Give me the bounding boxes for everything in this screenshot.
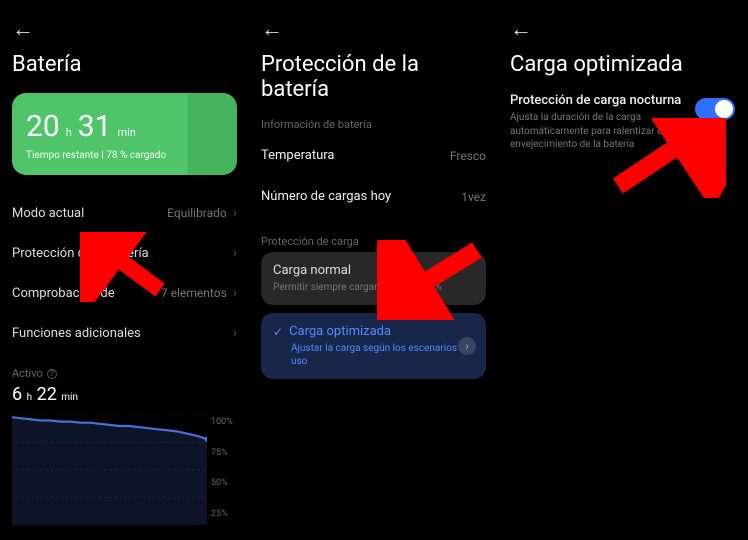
active-hours: 6 [12,384,22,405]
battery-subtitle: Tiempo restante | 78 % cargado [26,150,223,161]
y-75: 75% [211,448,237,458]
row-temperature: Temperatura Fresco [261,135,486,176]
battery-usage-chart: 100% 75% 50% 25% [12,415,237,525]
screen-battery-protection: ← Protección de la batería Información d… [249,0,498,540]
active-label: Activo [12,367,43,380]
toggle-knob [715,100,733,118]
back-arrow-icon[interactable]: ← [12,8,34,46]
active-mins: 22 [37,384,57,405]
row-battery-check[interactable]: Comprobación de 7 elementos › [12,273,237,313]
screen-battery: ← Batería 20 h 31 min Tiempo restante | … [0,0,249,540]
remaining-mins: 31 [78,109,112,144]
charges-value: 1vez [461,190,486,204]
mins-unit: min [117,126,135,139]
page-title: Carga optimizada [510,52,735,77]
option-charge-normal[interactable]: Carga normal Permitir siempre cargar has… [261,252,486,305]
screen-optimized-charging: ← Carga optimizada Protección de carga n… [498,0,747,540]
info-icon: ? [47,369,57,379]
chevron-right-icon: › [233,245,237,261]
temperature-label: Temperatura [261,148,334,163]
option-normal-sub: Permitir siempre cargar hasta el 100% [273,281,474,294]
row-charges-today: Número de cargas hoy 1vez [261,176,486,217]
page-title: Protección de la batería [261,52,486,102]
remaining-hours: 20 [26,109,60,144]
check-icon: ✓ [273,325,283,339]
night-protection-toggle[interactable] [695,98,735,120]
option-optimized-title: Carga optimizada [289,324,391,339]
chevron-right-icon: › [233,285,237,301]
info-section-label: Información de batería [261,118,486,131]
chevron-right-icon: › [233,325,237,341]
setting-desc: Ajusta la duración de la carga automátic… [510,111,680,152]
active-mins-unit: min [61,392,78,403]
chevron-right-icon: › [233,205,237,221]
hours-unit: h [66,126,72,139]
y-50: 50% [211,478,237,488]
check-label: Comprobación de [12,286,115,301]
remaining-time: 20 h 31 min [26,109,223,144]
mode-value: Equilibrado [167,206,227,220]
extras-label: Funciones adicionales [12,326,141,341]
page-title: Batería [12,52,237,77]
charges-label: Número de cargas hoy [261,189,391,204]
chevron-right-icon[interactable]: › [458,337,476,355]
check-value: 7 elementos [161,286,227,300]
y-25: 25% [211,509,237,519]
option-normal-title: Carga normal [273,263,474,278]
protect-section-label: Protección de carga [261,235,486,248]
chart-y-labels: 100% 75% 50% 25% [207,415,237,525]
option-charge-optimized[interactable]: ✓ Carga optimizada Ajustar la carga segú… [261,313,486,379]
option-optimized-sub: Ajustar la carga según los escenarios de… [291,342,474,368]
battery-summary-card[interactable]: 20 h 31 min Tiempo restante | 78 % carga… [12,93,237,175]
mode-label: Modo actual [12,206,84,221]
protection-label: Protección de la batería [12,246,149,261]
back-arrow-icon[interactable]: ← [261,8,283,46]
y-100: 100% [211,417,237,427]
back-arrow-icon[interactable]: ← [510,8,532,46]
row-battery-protection[interactable]: Protección de la batería › [12,233,237,273]
row-additional-functions[interactable]: Funciones adicionales › [12,313,237,353]
row-current-mode[interactable]: Modo actual Equilibrado › [12,193,237,233]
chart-svg [12,415,207,525]
active-section-label: Activo ? [12,367,237,380]
active-time-value: 6 h 22 min [12,384,237,405]
temperature-value: Fresco [450,149,486,163]
active-hours-unit: h [27,392,33,403]
